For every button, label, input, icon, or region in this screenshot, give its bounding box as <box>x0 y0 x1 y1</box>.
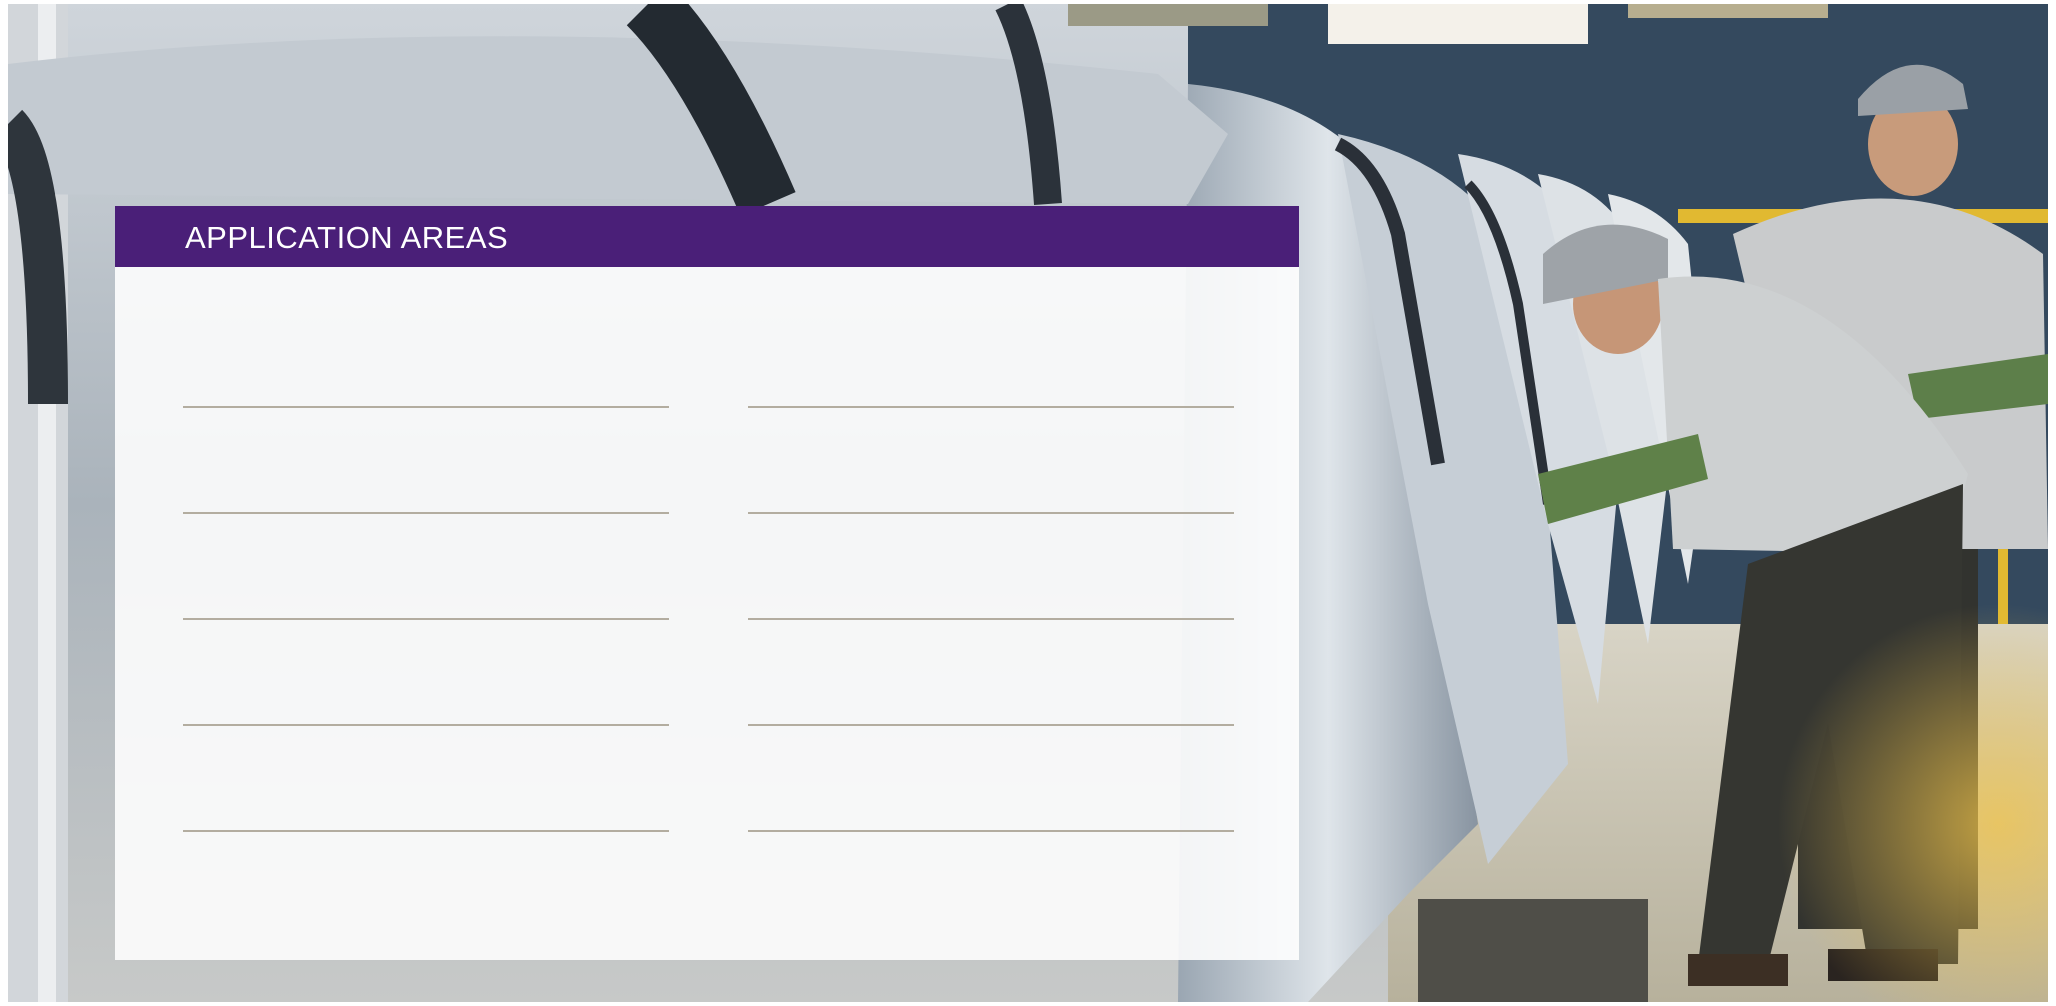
entry-column-right <box>748 206 1234 960</box>
entry-line <box>183 724 669 726</box>
entry-line <box>183 512 669 514</box>
entry-column-left <box>183 206 669 960</box>
entry-line <box>183 618 669 620</box>
entry-line <box>183 406 669 408</box>
entry-line <box>183 830 669 832</box>
entry-line <box>748 830 1234 832</box>
entry-line <box>748 512 1234 514</box>
slide: APPLICATION AREAS <box>8 4 2048 1002</box>
entry-line <box>748 724 1234 726</box>
entry-line <box>748 618 1234 620</box>
entry-line <box>748 406 1234 408</box>
application-areas-panel: APPLICATION AREAS <box>115 206 1299 960</box>
